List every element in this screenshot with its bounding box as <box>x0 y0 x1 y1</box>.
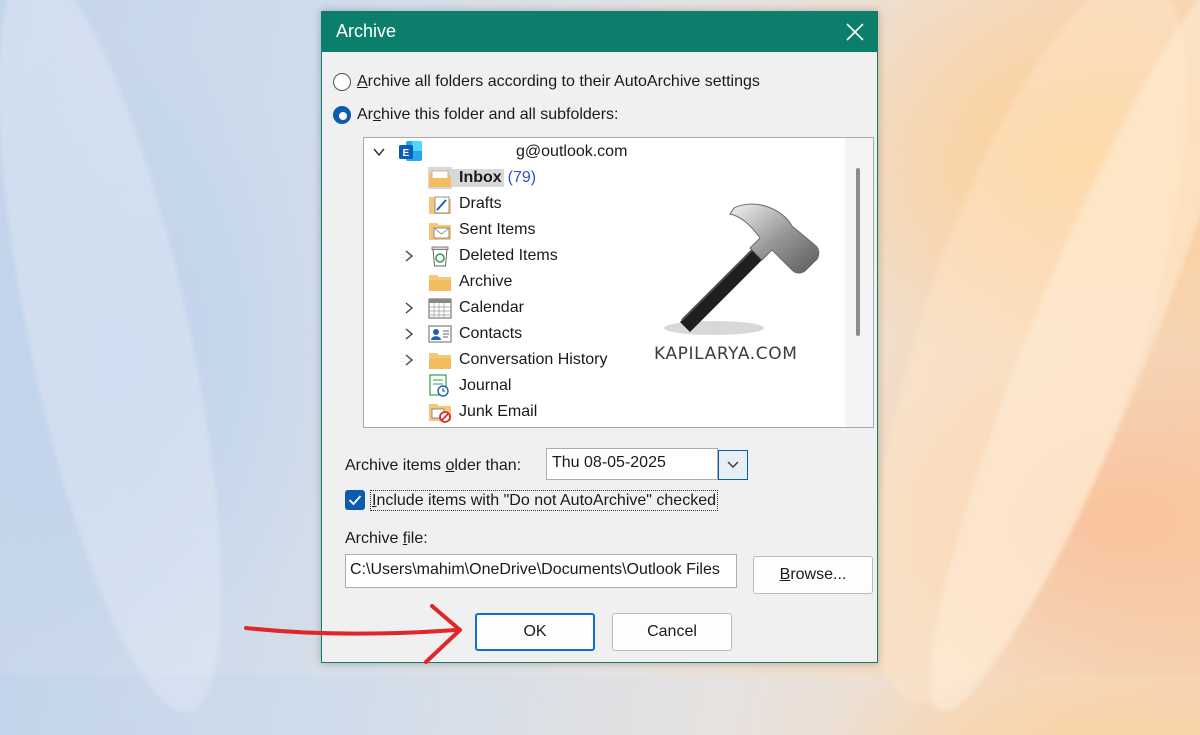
browse-button[interactable]: Browse... <box>753 556 873 594</box>
sent-folder-icon <box>428 219 452 241</box>
archive-file-label: Archive file: <box>345 530 428 547</box>
browse-button-label: Browse... <box>779 566 847 583</box>
tree-item-label: Archive <box>459 273 513 290</box>
tree-item-deleted-items[interactable]: Deleted Items <box>364 244 558 268</box>
chevron-down-icon <box>727 461 739 468</box>
account-email: g@outlook.com <box>516 143 628 160</box>
tree-item-sent-items[interactable]: Sent Items <box>364 218 535 242</box>
tree-item-label: Drafts <box>459 195 502 212</box>
tree-item-label: Contacts <box>459 325 523 342</box>
ok-button[interactable]: OK <box>475 613 595 651</box>
folder-icon <box>428 349 452 371</box>
exchange-account-icon: E <box>399 141 422 161</box>
radio-archive-all-circle[interactable] <box>333 73 351 91</box>
tree-account-row[interactable]: E g@outlook.com <box>372 140 627 164</box>
folder-icon <box>428 271 452 293</box>
hammer-watermark-icon <box>664 203 820 335</box>
expand-chevron-icon[interactable] <box>402 301 416 315</box>
archive-dialog: Archive Archive all folders according to… <box>321 11 878 663</box>
tree-item-label: Calendar <box>459 299 524 316</box>
tree-item-inbox[interactable]: Inbox (79) <box>364 166 536 190</box>
tree-item-calendar[interactable]: Calendar <box>364 296 524 320</box>
drafts-folder-icon <box>428 193 452 215</box>
radio-archive-all-label: Archive all folders according to their A… <box>357 73 760 90</box>
tree-item-label: Conversation History <box>459 351 608 368</box>
watermark-text: KAPILARYA.COM <box>654 344 798 364</box>
tree-item-label: Sent Items <box>459 221 536 238</box>
calendar-icon <box>428 297 452 319</box>
junk-folder-icon <box>428 401 452 423</box>
expand-chevron-icon[interactable] <box>402 327 416 341</box>
radio-archive-this-folder[interactable]: Archive this folder and all subfolders: <box>333 106 618 124</box>
date-dropdown-button[interactable] <box>718 450 748 480</box>
tree-scrollbar-thumb[interactable] <box>856 168 860 336</box>
cancel-button[interactable]: Cancel <box>612 613 732 651</box>
checkmark-icon <box>348 495 362 506</box>
archive-file-path-field[interactable]: C:\Users\mahim\OneDrive\Documents\Outloo… <box>345 554 737 588</box>
tree-item-drafts[interactable]: Drafts <box>364 192 502 216</box>
radio-archive-this-folder-circle[interactable] <box>333 106 351 124</box>
tree-item-label: Deleted Items <box>459 247 558 264</box>
include-checkbox-label[interactable]: Include items with "Do not AutoArchive" … <box>370 490 718 511</box>
tree-item-archive[interactable]: Archive <box>364 270 512 294</box>
tree-item-label: Junk Email <box>459 403 538 420</box>
recycle-bin-icon <box>428 245 452 267</box>
include-checkbox[interactable] <box>345 490 365 510</box>
journal-icon <box>428 374 452 397</box>
older-than-date-field[interactable]: Thu 08-05-2025 <box>546 448 718 480</box>
dialog-title: Archive <box>336 21 397 41</box>
radio-archive-this-folder-label: Archive this folder and all subfolders: <box>357 106 619 123</box>
collapse-chevron-icon[interactable] <box>372 145 386 159</box>
contacts-icon <box>428 323 452 345</box>
tree-scrollbar[interactable] <box>845 138 873 427</box>
expand-chevron-icon[interactable] <box>402 249 416 263</box>
radio-archive-all[interactable]: Archive all folders according to their A… <box>333 73 760 91</box>
tree-item-junk-email[interactable]: Junk Email <box>364 400 537 424</box>
tree-item-conversation-history[interactable]: Conversation History <box>364 348 608 372</box>
tree-item-contacts[interactable]: Contacts <box>364 322 522 346</box>
tree-item-label: Inbox <box>452 169 504 187</box>
inbox-folder-icon <box>428 167 452 189</box>
account-redacted <box>428 141 516 163</box>
close-button[interactable] <box>833 12 877 52</box>
older-than-label: Archive items older than: <box>345 457 522 474</box>
svg-text:E: E <box>403 148 410 159</box>
annotation-arrow-icon <box>244 604 462 664</box>
unread-count: (79) <box>507 169 537 186</box>
folder-tree[interactable]: E g@outlook.com Inbox (79) Drafts Sent Item… <box>363 137 874 428</box>
tree-item-journal[interactable]: Journal <box>364 374 511 398</box>
title-bar: Archive <box>322 12 877 52</box>
tree-item-label: Journal <box>459 377 512 394</box>
close-icon <box>846 23 864 41</box>
expand-chevron-icon[interactable] <box>402 353 416 367</box>
